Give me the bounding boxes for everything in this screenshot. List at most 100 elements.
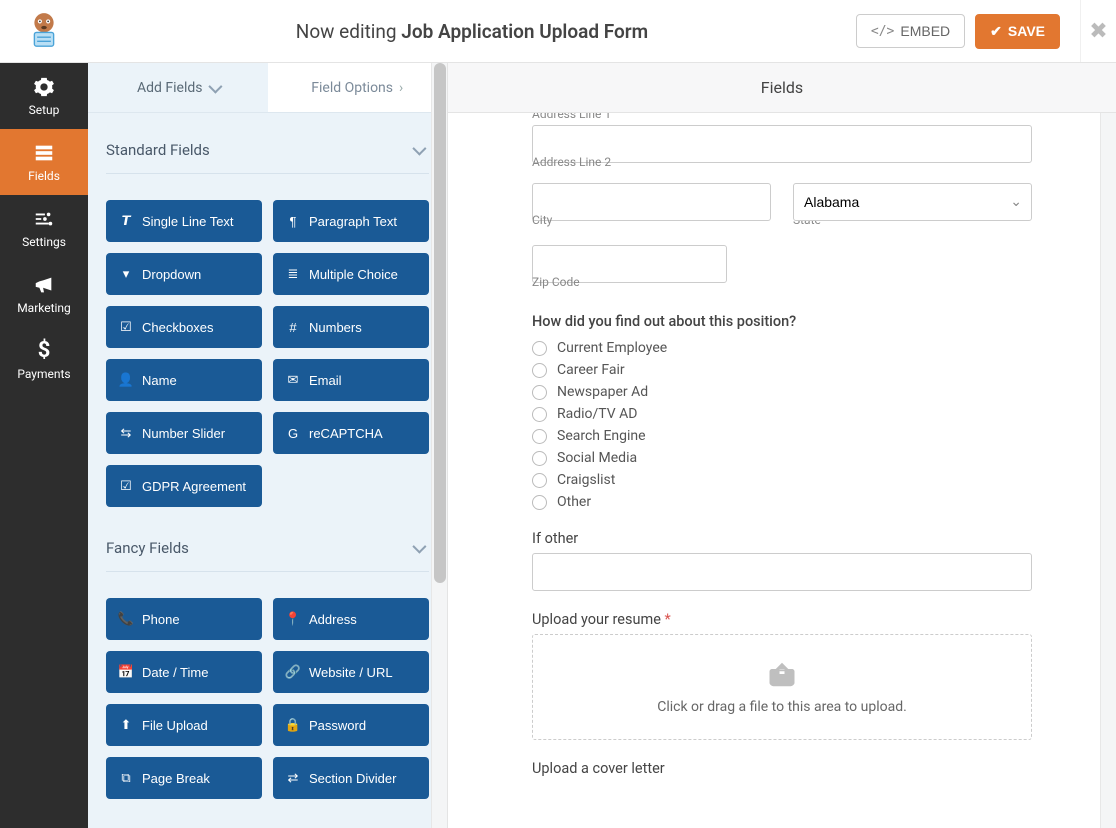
website-url-icon: 🔗 <box>285 664 301 680</box>
address-field[interactable]: Address Line 1 Address Line 2 City ⌄ <box>532 113 1032 293</box>
radio-option[interactable]: Radio/TV AD <box>532 406 1032 422</box>
save-button[interactable]: ✔ SAVE <box>975 14 1060 49</box>
field-paragraph-text[interactable]: ¶Paragraph Text <box>273 200 429 242</box>
chevron-right-icon: › <box>399 80 403 96</box>
nav-settings[interactable]: Settings <box>0 195 88 261</box>
app-logo <box>0 0 88 62</box>
section-divider-icon: ⇄ <box>285 770 301 786</box>
paragraph-text-icon: ¶ <box>285 214 301 229</box>
top-actions: </> EMBED ✔ SAVE <box>856 0 1080 62</box>
upload-resume-field[interactable]: Upload your resume * Click or drag a fil… <box>532 611 1032 740</box>
radio-option[interactable]: Social Media <box>532 450 1032 466</box>
gear-icon <box>33 76 55 98</box>
field-label: Website / URL <box>309 665 393 680</box>
field-date-time[interactable]: 📅Date / Time <box>106 651 262 693</box>
field-section-divider[interactable]: ⇄Section Divider <box>273 757 429 799</box>
nav-fields[interactable]: Fields <box>0 129 88 195</box>
radio-option[interactable]: Craigslist <box>532 472 1032 488</box>
section-standard-fields[interactable]: Standard Fields <box>106 123 429 174</box>
field-checkboxes[interactable]: ☑Checkboxes <box>106 306 262 348</box>
nav-setup[interactable]: Setup <box>0 63 88 129</box>
field-label: Name <box>142 373 177 388</box>
radio-option[interactable]: Other <box>532 494 1032 510</box>
if-other-input[interactable] <box>532 553 1032 591</box>
field-email[interactable]: ✉Email <box>273 359 429 401</box>
numbers-icon: # <box>285 320 301 335</box>
nav-marketing[interactable]: Marketing <box>0 261 88 327</box>
radio-label: Craigslist <box>557 472 615 488</box>
nav-marketing-label: Marketing <box>17 301 71 315</box>
upload-dropzone[interactable]: Click or drag a file to this area to upl… <box>532 634 1032 740</box>
nav-payments[interactable]: $ Payments <box>0 327 88 393</box>
email-icon: ✉ <box>285 372 301 388</box>
field-label: File Upload <box>142 718 208 733</box>
upload-cloud-icon <box>767 659 797 689</box>
upload-hint-text: Click or drag a file to this area to upl… <box>657 699 907 715</box>
field-label: Checkboxes <box>142 320 214 335</box>
tab-add-fields[interactable]: Add Fields <box>88 63 268 112</box>
if-other-field[interactable]: If other <box>532 530 1032 591</box>
standard-fields-grid: 𝙏Single Line Text ¶Paragraph Text ▾Dropdow… <box>106 174 429 513</box>
gdpr-agreement-icon: ☑ <box>118 478 134 494</box>
nav-fields-label: Fields <box>28 169 60 183</box>
leftnav: Setup Fields Settings Marketing $ Paymen… <box>0 63 88 828</box>
address-icon: 📍 <box>285 611 301 627</box>
radio-label: Newspaper Ad <box>557 384 648 400</box>
panel-tabs: Add Fields Field Options › <box>88 63 447 113</box>
findout-field[interactable]: How did you find out about this position… <box>532 313 1032 510</box>
upload-cover-label: Upload a cover letter <box>532 760 1032 777</box>
field-label: Numbers <box>309 320 362 335</box>
field-label: reCAPTCHA <box>309 426 383 441</box>
field-numbers[interactable]: # Numbers <box>273 306 429 348</box>
section-fancy-fields[interactable]: Fancy Fields <box>106 521 429 572</box>
date-time-icon: 📅 <box>118 664 134 680</box>
field-number-slider[interactable]: ⇆ Number Slider <box>106 412 262 454</box>
field-single-line-text[interactable]: 𝙏Single Line Text <box>106 200 262 242</box>
bullhorn-icon <box>33 274 55 296</box>
tab-field-options[interactable]: Field Options › <box>268 63 448 112</box>
field-label: Address <box>309 612 357 627</box>
field-name[interactable]: 👤Name <box>106 359 262 401</box>
form-icon <box>33 142 55 164</box>
password-icon: 🔒 <box>285 717 301 733</box>
builder-scrollbar-thumb[interactable] <box>434 63 446 583</box>
radio-label: Other <box>557 494 591 510</box>
upload-cover-field[interactable]: Upload a cover letter <box>532 760 1032 777</box>
field-label: Page Break <box>142 771 210 786</box>
builder-scrollbar[interactable] <box>431 63 447 828</box>
field-multiple-choice[interactable]: ≣Multiple Choice <box>273 253 429 295</box>
section-fancy-label: Fancy Fields <box>106 539 189 557</box>
preview-scrollbar[interactable] <box>1100 113 1116 828</box>
field-label: Multiple Choice <box>309 267 398 282</box>
field-website-url[interactable]: 🔗 Website / URL <box>273 651 429 693</box>
radio-option[interactable]: Newspaper Ad <box>532 384 1032 400</box>
state-select[interactable] <box>793 183 1032 221</box>
radio-option[interactable]: Current Employee <box>532 340 1032 356</box>
field-dropdown[interactable]: ▾Dropdown <box>106 253 262 295</box>
embed-button[interactable]: </> EMBED <box>856 14 965 48</box>
zip-sublabel: Zip Code <box>532 275 727 289</box>
field-label: Number Slider <box>142 426 225 441</box>
field-file-upload[interactable]: ⬆File Upload <box>106 704 262 746</box>
tab-add-fields-label: Add Fields <box>137 80 203 96</box>
tab-field-options-label: Field Options <box>311 80 393 96</box>
field-password[interactable]: 🔒Password <box>273 704 429 746</box>
radio-icon <box>532 341 547 356</box>
radio-option[interactable]: Career Fair <box>532 362 1032 378</box>
radio-option[interactable]: Search Engine <box>532 428 1032 444</box>
radio-icon <box>532 451 547 466</box>
address-line1-sublabel: Address Line 1 <box>532 113 1032 121</box>
page-title: Now editing Job Application Upload Form <box>88 20 856 43</box>
chevron-down-icon <box>208 79 222 93</box>
radio-icon <box>532 407 547 422</box>
close-button[interactable]: ✖ <box>1080 0 1116 62</box>
number-slider-icon: ⇆ <box>118 425 134 441</box>
field-page-break[interactable]: ⧉Page Break <box>106 757 262 799</box>
field-gdpr-agreement[interactable]: ☑GDPR Agreement <box>106 465 262 507</box>
check-icon: ✔ <box>990 23 1002 40</box>
recaptcha-icon: G <box>285 426 301 441</box>
field-address[interactable]: 📍 Address <box>273 598 429 640</box>
field-recaptcha[interactable]: GreCAPTCHA <box>273 412 429 454</box>
embed-label: EMBED <box>900 23 950 39</box>
field-phone[interactable]: 📞Phone <box>106 598 262 640</box>
